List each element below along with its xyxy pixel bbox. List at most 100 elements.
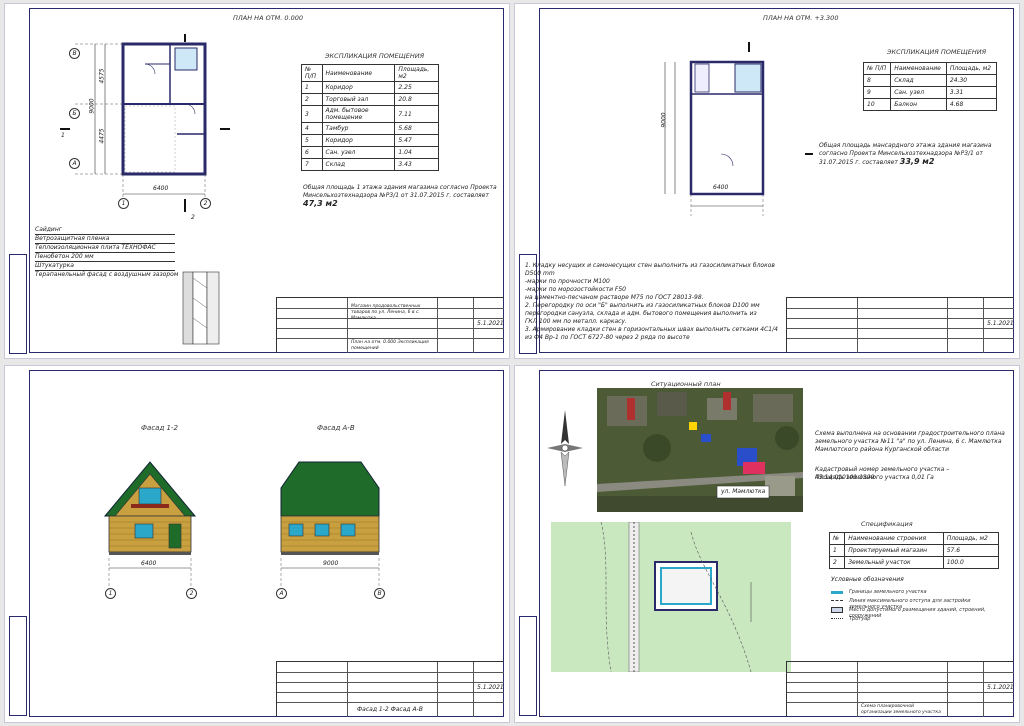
room-table: № П/П Наименование Площадь, м2 1 Коридор 2… <box>301 64 439 171</box>
table-cell: Склад <box>321 158 396 171</box>
table-cell: 5 <box>301 134 323 147</box>
table-cell: 1.04 <box>394 146 439 159</box>
table-cell: 8 <box>862 74 892 87</box>
table-cell: Коридор <box>321 134 396 147</box>
table-cell: Адм. бытовое помещение <box>321 105 396 123</box>
table-header: Наименование строения <box>844 532 944 545</box>
room-table-title: ЭКСПЛИКАЦИЯ ПОМЕЩЕНИЯ <box>325 52 425 60</box>
area-value: 33,9 м2 <box>899 157 935 166</box>
sheet-side-strip <box>9 254 27 354</box>
table-header: Наименование <box>890 62 947 75</box>
room-table: № П/П Наименование Площадь, м2 8 Склад 24.… <box>862 62 998 111</box>
table-cell: Торговый зал <box>321 93 396 106</box>
table-cell: 4.68 <box>945 98 998 111</box>
facade-2-dim: 9000 <box>323 560 339 567</box>
note-line: -марки по прочности М100 <box>525 278 610 285</box>
title-block: Магазин продовольственных товаров по ул.… <box>276 297 504 353</box>
sheet-side-strip <box>9 616 27 716</box>
title-block: 5.1.2021 <box>786 297 1014 353</box>
table-header: Площадь, м2 <box>942 532 1000 545</box>
sheet-site-plan: Ситуационный план ул. Мамлютка Схема вып… <box>514 365 1020 723</box>
legend-item: Место допустимого размещения зданий, стр… <box>831 606 1001 619</box>
facade-2-drawing <box>280 461 380 588</box>
table-header: Площадь, м2 <box>394 64 439 82</box>
table-cell: 2 <box>301 93 323 106</box>
spec-title: Спецификация <box>861 520 913 528</box>
stamp-code: 5.1.2021 <box>477 684 504 691</box>
legend-swatch <box>831 618 843 620</box>
sheet-facades: Фасад 1-2 Фасад А-В 6400 1 2 9000 А В 5.… <box>4 365 510 723</box>
axis-mark-1: 1 <box>118 198 129 209</box>
axis-mark-v: В <box>374 588 385 599</box>
stamp-code: 5.1.2021 <box>987 320 1014 327</box>
site-area: Площадь земельного участка 0,01 Га <box>815 474 934 481</box>
table-cell: 3.31 <box>945 86 998 99</box>
note-line: -марки по морозостойкости F50 <box>525 286 626 293</box>
construction-notes: 1. Кладку несущих и самонесущих стен вып… <box>525 262 780 342</box>
table-cell: 6 <box>301 146 323 159</box>
floor-plan-drawing <box>664 42 813 216</box>
table-header: Площадь, м2 <box>945 62 998 75</box>
section-mark-1: 1 <box>61 132 65 139</box>
table-cell: Земельный участок <box>844 556 944 569</box>
stamp-sheet: Фасад 1-2 Фасад А-В <box>357 706 423 713</box>
layer-item: Штукатурка <box>35 262 175 271</box>
area-note: Общая площадь мансардного этажа здания м… <box>819 142 999 167</box>
table-cell: Склад <box>890 74 947 87</box>
facade-1-dim: 6400 <box>141 560 157 567</box>
situation-plan-title: Ситуационный план <box>651 380 721 388</box>
dim-a: 4575 <box>98 68 106 84</box>
area-note-prefix: составляет <box>453 192 489 199</box>
area-value: 47,3 м2 <box>303 199 338 208</box>
table-cell: 24.30 <box>945 74 998 87</box>
spec-table: № Наименование строения Площадь, м2 1 Про… <box>828 532 1000 569</box>
table-row: 6 Сан. узел 1.04 <box>301 146 439 159</box>
axis-mark-a: А <box>69 158 80 169</box>
table-row: 3 Адм. бытовое помещение 7.11 <box>301 105 439 123</box>
scheme-note: Схема выполнена на основании градостроит… <box>815 430 1005 453</box>
layers-legend: Сайдинг Ветрозащитная пленка Теплоизоляц… <box>35 226 178 279</box>
table-header: № П/П <box>862 62 892 75</box>
table-cell: Коридор <box>321 81 396 94</box>
table-cell: 9 <box>862 86 892 99</box>
north-arrow-icon <box>547 410 583 487</box>
table-header-row: № П/П Наименование Площадь, м2 <box>862 62 998 75</box>
dim-height: 9000 <box>88 98 96 114</box>
table-cell: Сан. узел <box>890 86 947 99</box>
table-row: 10 Балкон 4.68 <box>862 98 998 111</box>
table-cell: 2.25 <box>394 81 439 94</box>
table-cell: Тамбур <box>321 122 396 135</box>
table-cell: Сан. узел <box>321 146 396 159</box>
note-line: перегородки санузла, склада и адм. бытов… <box>525 310 757 317</box>
legend-item: Границы земельного участка <box>831 588 1001 597</box>
table-cell: 5.47 <box>394 134 439 147</box>
table-row: 2 Земельный участок 100.0 <box>828 556 1000 569</box>
table-cell: 100.0 <box>942 556 1000 569</box>
dim-width: 6400 <box>153 185 169 192</box>
layer-item: Пенобетон 200 мм <box>35 253 175 262</box>
stamp-label: Магазин продовольственных товаров по ул.… <box>351 304 421 321</box>
stamp-sheet: Схема планировочной организации земельно… <box>861 704 941 715</box>
legend-swatch <box>831 607 843 613</box>
table-row: 5 Коридор 5.47 <box>301 134 439 147</box>
table-cell: 3.43 <box>394 158 439 171</box>
street-label: ул. Мамлютка <box>721 488 766 495</box>
area-note-prefix: составляет <box>862 159 900 166</box>
table-header: Наименование <box>321 64 396 82</box>
room-table-title: ЭКСПЛИКАЦИЯ ПОМЕЩЕНИЯ <box>887 48 987 56</box>
axis-mark-v: В <box>69 48 80 59</box>
legend-title: Условные обозначения <box>831 576 904 583</box>
table-cell: 10 <box>862 98 892 111</box>
axis-mark-a: А <box>276 588 287 599</box>
table-cell: 2 <box>828 556 846 569</box>
site-plan-drawing <box>551 522 791 672</box>
table-row: 8 Склад 24.30 <box>862 74 998 87</box>
table-row: 7 Склад 3.43 <box>301 158 439 171</box>
legend-label: Границы земельного участка <box>849 589 927 595</box>
table-header: № <box>828 532 846 545</box>
table-cell: Балкон <box>890 98 947 111</box>
table-header-row: № П/П Наименование Площадь, м2 <box>301 64 439 82</box>
note-line: 2. Перегородку по оси "Б" выполнить из г… <box>525 302 760 309</box>
table-row: 4 Тамбур 5.68 <box>301 122 439 135</box>
section-mark-2: 2 <box>191 214 195 221</box>
